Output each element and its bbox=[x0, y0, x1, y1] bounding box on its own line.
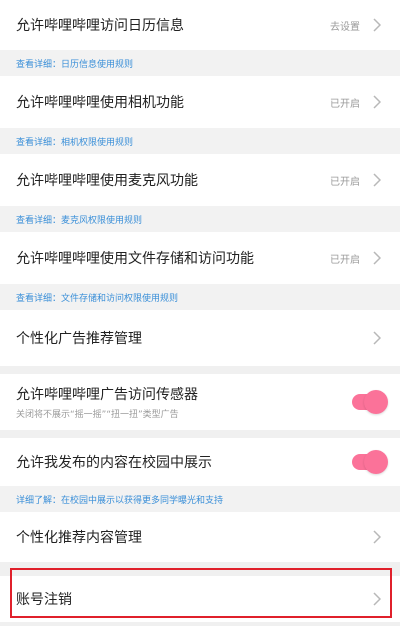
campus-detail-link[interactable]: 详细了解：在校园中展示以获得更多同学曝光和支持 bbox=[0, 486, 400, 512]
ad-sensor-row: 允许哔哩哔哩广告访问传感器 关闭将不展示“摇一摇”“扭一扭”类型广告 bbox=[0, 374, 400, 430]
account-cancel-title: 账号注销 bbox=[16, 592, 72, 608]
microphone-permission-title: 允许哔哩哔哩使用麦克风功能 bbox=[16, 173, 198, 189]
privacy-settings-page: 允许哔哩哔哩访问日历信息 去设置 查看详细：日历信息使用规则 允许哔哩哔哩使用相… bbox=[0, 0, 400, 626]
storage-permission-row[interactable]: 允许哔哩哔哩使用文件存储和访问功能 已开启 bbox=[0, 232, 400, 284]
campus-display-toggle[interactable] bbox=[352, 450, 388, 474]
storage-detail-link[interactable]: 查看详细：文件存储和访问权限使用规则 bbox=[0, 284, 400, 310]
chevron-right-icon bbox=[370, 95, 384, 109]
toggle-knob bbox=[364, 450, 388, 474]
chevron-right-icon bbox=[370, 173, 384, 187]
storage-permission-title: 允许哔哩哔哩使用文件存储和访问功能 bbox=[16, 251, 254, 267]
storage-detail-text: 查看详细：文件存储和访问权限使用规则 bbox=[16, 293, 179, 304]
calendar-detail-link[interactable]: 查看详细：日历信息使用规则 bbox=[0, 50, 400, 76]
ad-recommend-management-title: 个性化广告推荐管理 bbox=[16, 331, 142, 347]
calendar-permission-title: 允许哔哩哔哩访问日历信息 bbox=[16, 18, 184, 34]
chevron-right-icon bbox=[370, 530, 384, 544]
chevron-right-icon bbox=[370, 331, 384, 345]
calendar-detail-text: 查看详细：日历信息使用规则 bbox=[16, 59, 134, 70]
calendar-permission-status: 去设置 bbox=[330, 21, 360, 33]
camera-detail-link[interactable]: 查看详细：相机权限使用规则 bbox=[0, 128, 400, 154]
campus-detail-text: 详细了解：在校园中展示以获得更多同学曝光和支持 bbox=[16, 495, 224, 506]
section-gap bbox=[0, 430, 400, 438]
section-gap bbox=[0, 366, 400, 374]
chevron-right-icon bbox=[370, 18, 384, 32]
ad-sensor-title: 允许哔哩哔哩广告访问传感器 bbox=[16, 387, 198, 403]
microphone-permission-row[interactable]: 允许哔哩哔哩使用麦克风功能 已开启 bbox=[0, 154, 400, 206]
section-gap bbox=[0, 562, 400, 576]
content-recommend-management-row[interactable]: 个性化推荐内容管理 bbox=[0, 512, 400, 562]
camera-detail-text: 查看详细：相机权限使用规则 bbox=[16, 137, 134, 148]
toggle-knob bbox=[364, 390, 388, 414]
ad-recommend-management-row[interactable]: 个性化广告推荐管理 bbox=[0, 310, 400, 366]
campus-display-row: 允许我发布的内容在校园中展示 bbox=[0, 438, 400, 486]
chevron-right-icon bbox=[370, 251, 384, 265]
microphone-permission-status: 已开启 bbox=[330, 176, 360, 188]
microphone-detail-link[interactable]: 查看详细：麦克风权限使用规则 bbox=[0, 206, 400, 232]
camera-permission-status: 已开启 bbox=[330, 98, 360, 110]
storage-permission-status: 已开启 bbox=[330, 254, 360, 266]
microphone-detail-text: 查看详细：麦克风权限使用规则 bbox=[16, 215, 143, 226]
calendar-permission-row[interactable]: 允许哔哩哔哩访问日历信息 去设置 bbox=[0, 0, 400, 50]
ad-sensor-toggle[interactable] bbox=[352, 390, 388, 414]
camera-permission-row[interactable]: 允许哔哩哔哩使用相机功能 已开启 bbox=[0, 76, 400, 128]
content-recommend-management-title: 个性化推荐内容管理 bbox=[16, 530, 142, 546]
ad-sensor-text-group: 允许哔哩哔哩广告访问传感器 关闭将不展示“摇一摇”“扭一扭”类型广告 bbox=[16, 384, 352, 420]
ad-sensor-subtitle: 关闭将不展示“摇一摇”“扭一扭”类型广告 bbox=[16, 410, 179, 420]
campus-display-title: 允许我发布的内容在校园中展示 bbox=[16, 455, 212, 471]
chevron-right-icon bbox=[370, 592, 384, 606]
account-cancel-row[interactable]: 账号注销 bbox=[0, 576, 400, 622]
camera-permission-title: 允许哔哩哔哩使用相机功能 bbox=[16, 95, 184, 111]
